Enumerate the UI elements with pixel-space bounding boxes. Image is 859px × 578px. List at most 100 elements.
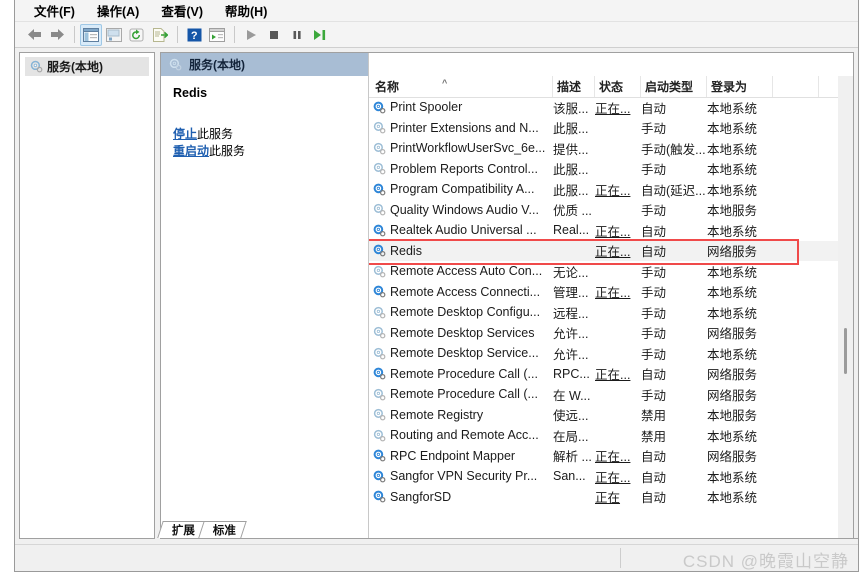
menu-bar: 文件(F) 操作(A) 查看(V) 帮助(H) — [15, 0, 858, 22]
pause-service-icon[interactable] — [286, 24, 308, 46]
table-row[interactable]: SangforSD 正在 自动 本地系统 — [369, 487, 853, 508]
service-gear-icon — [373, 121, 386, 134]
table-row[interactable]: Remote Desktop Service... 允许... 手动 本地系统 — [369, 343, 853, 364]
service-gear-icon — [373, 490, 386, 503]
cell-service-name: Print Spooler — [371, 97, 555, 118]
stop-service-link[interactable]: 停止 — [173, 127, 197, 141]
menu-help[interactable]: 帮助(H) — [216, 0, 276, 22]
service-gear-icon — [373, 470, 386, 483]
right-pane: 服务(本地) Redis 停止此服务 重启动此服务 名称 ^ 描述 状态 启动类型 登录为… — [160, 52, 854, 539]
column-header-label: 启动类型 — [645, 80, 694, 94]
service-gear-icon — [373, 203, 386, 216]
service-name-label: Remote Access Connecti... — [390, 284, 541, 299]
tab-standard[interactable]: 标准 — [198, 521, 247, 538]
details-pane: Redis 停止此服务 重启动此服务 — [161, 76, 368, 539]
table-row[interactable]: Remote Access Connecti... 管理... 正在... 手动 本地系… — [369, 282, 853, 303]
export-list-icon[interactable] — [103, 24, 125, 46]
service-name-label: Routing and Remote Acc... — [390, 428, 539, 443]
cell-logon-as: 本地系统 — [707, 429, 758, 444]
table-row[interactable]: Remote Procedure Call (... RPC... 正在... 自动 网… — [369, 364, 853, 385]
table-row[interactable]: PrintWorkflowUserSvc_6e... 提供... 手动(触发... 本… — [369, 138, 853, 159]
column-header-0[interactable]: 名称 ^ — [371, 76, 553, 97]
service-gear-icon — [373, 224, 386, 237]
stop-service-icon[interactable] — [263, 24, 285, 46]
menu-file[interactable]: 文件(F) — [25, 0, 84, 22]
service-gear-icon — [373, 265, 386, 278]
properties-icon[interactable] — [149, 24, 171, 46]
cell-startup-type: 自动 — [641, 224, 667, 239]
cell-startup-type: 手动 — [641, 163, 667, 178]
service-name-label: Remote Desktop Configu... — [390, 305, 541, 320]
table-row[interactable]: Realtek Audio Universal ... Real... 正在... 自… — [369, 220, 853, 241]
service-name-label: Sangfor VPN Security Pr... — [390, 469, 538, 484]
restart-service-link[interactable]: 重启动 — [173, 144, 209, 158]
table-row[interactable]: Sangfor VPN Security Pr... San... 正在... 自动 本… — [369, 466, 853, 487]
table-row[interactable]: Remote Procedure Call (... 在 W... 手动 网络服务 — [369, 384, 853, 405]
service-gear-icon — [373, 285, 386, 298]
show-console-tree-icon[interactable] — [80, 23, 102, 46]
stop-service-link-row[interactable]: 停止此服务 — [173, 126, 358, 143]
cell-state: 正在... — [595, 364, 641, 385]
table-row[interactable]: Remote Access Auto Con... 无论... 手动 本地系统 — [369, 261, 853, 282]
table-row[interactable]: Program Compatibility A... 此服... 正在... 自动(延… — [369, 179, 853, 200]
table-row[interactable]: Routing and Remote Acc... 在局... 禁用 本地系统 — [369, 425, 853, 446]
cell-service-name: PrintWorkflowUserSvc_6e... — [371, 138, 555, 159]
scrollbar-thumb[interactable] — [844, 328, 847, 374]
cell-logon-as: 网络服务 — [707, 245, 758, 260]
table-row[interactable]: Problem Reports Control... 此服... 手动 本地系统 — [369, 159, 853, 180]
new-window-icon[interactable] — [206, 24, 228, 46]
back-arrow-icon[interactable] — [23, 24, 45, 46]
start-service-icon[interactable] — [240, 24, 262, 46]
forward-arrow-icon[interactable] — [46, 24, 68, 46]
column-header-3[interactable]: 启动类型 — [641, 76, 707, 97]
column-header-blank[interactable] — [773, 76, 819, 97]
column-header-1[interactable]: 描述 — [553, 76, 595, 97]
cell-startup-type: 手动 — [641, 265, 667, 280]
cell-logon-as: 网络服务 — [707, 327, 758, 342]
table-row[interactable]: Quality Windows Audio V... 优质 ... 手动 本地服务 — [369, 200, 853, 221]
cell-state — [595, 384, 641, 405]
window-left-margin — [0, 0, 14, 578]
table-row[interactable]: Redis 正在... 自动 网络服务 — [369, 240, 853, 262]
column-header-2[interactable]: 状态 — [595, 76, 641, 97]
cell-startup-type: 手动 — [641, 347, 667, 362]
cell-service-name: Problem Reports Control... — [371, 159, 555, 180]
menu-view[interactable]: 查看(V) — [152, 0, 212, 22]
table-row[interactable]: Remote Registry 使远... 禁用 本地服务 — [369, 405, 853, 426]
cell-description: RPC... — [553, 366, 590, 381]
menu-action[interactable]: 操作(A) — [88, 0, 148, 22]
cell-service-name: Printer Extensions and N... — [371, 118, 555, 139]
cell-description: 此服... — [553, 122, 589, 137]
cell-service-name: Routing and Remote Acc... — [371, 425, 555, 446]
table-row[interactable]: Print Spooler 该服... 正在... 自动 本地系统 — [369, 97, 853, 118]
help-icon[interactable]: ? — [183, 24, 205, 46]
sidebar-item-services-local[interactable]: 服务(本地) — [25, 57, 149, 76]
cell-description: 在 W... — [553, 388, 591, 403]
cell-startup-type: 手动 — [641, 286, 667, 301]
restart-service-icon[interactable] — [309, 24, 331, 46]
refresh-icon[interactable] — [126, 24, 148, 46]
column-header-4[interactable]: 登录为 — [707, 76, 773, 97]
table-row[interactable]: Remote Desktop Services 允许... 手动 网络服务 — [369, 323, 853, 344]
toolbar: ? — [15, 22, 858, 48]
table-row[interactable]: Printer Extensions and N... 此服... 手动 本地系统 — [369, 118, 853, 139]
table-row[interactable]: Remote Desktop Configu... 远程... 手动 本地系统 — [369, 302, 853, 323]
cell-service-name: Remote Registry — [371, 405, 555, 426]
table-row[interactable]: RPC Endpoint Mapper 解析 ... 正在... 自动 网络服务 — [369, 446, 853, 467]
services-mmc-window: 文件(F) 操作(A) 查看(V) 帮助(H) ? 服务(本地) 服务(本地) … — [14, 0, 859, 572]
restart-service-link-row[interactable]: 重启动此服务 — [173, 143, 358, 160]
vertical-scrollbar[interactable] — [838, 76, 853, 539]
column-header-label: 状态 — [599, 80, 624, 94]
service-name-label: Realtek Audio Universal ... — [390, 223, 537, 238]
cell-logon-as: 本地系统 — [707, 224, 758, 239]
service-name-label: SangforSD — [390, 489, 452, 504]
cell-state: 正在... — [595, 446, 641, 467]
cell-startup-type: 自动(延迟... — [641, 183, 706, 198]
cell-logon-as: 网络服务 — [707, 388, 758, 403]
services-gear-icon-header — [169, 58, 182, 71]
state-label: 正在... — [595, 245, 631, 260]
cell-state: 正在... — [595, 241, 641, 262]
main-content: 服务(本地) 服务(本地) Redis 停止此服务 重启动此服务 名称 ^ 描述… — [15, 48, 858, 539]
cell-service-name: Remote Access Connecti... — [371, 282, 555, 303]
cell-logon-as: 本地系统 — [707, 470, 758, 485]
